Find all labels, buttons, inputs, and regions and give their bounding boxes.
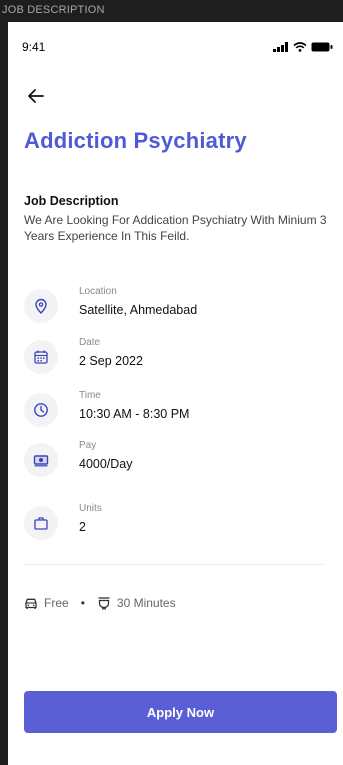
job-meta: Free • 30 Minutes [24,594,176,612]
detail-label: Location [79,286,117,297]
car-icon [25,598,37,609]
job-description-text: We Are Looking For Addication Psychiatry… [24,213,327,243]
meta-separator: • [80,596,85,610]
signal-icon [273,42,288,52]
food-icon [98,597,110,610]
clock-icon [34,403,48,417]
apply-now-button[interactable]: Apply Now [24,691,337,733]
detail-value: 2 [79,520,86,534]
detail-date: Date 2 Sep 2022 [24,337,324,381]
detail-location: Location Satellite, Ahmedabad [24,286,324,330]
detail-value: 10:30 AM - 8:30 PM [79,407,190,421]
money-icon [33,455,49,467]
detail-pay: Pay 4000/Day [24,440,324,484]
status-bar: 9:41 [22,39,333,55]
divider [24,564,324,565]
detail-label: Date [79,337,101,348]
detail-time: Time 10:30 AM - 8:30 PM [24,390,324,434]
transport-label: Free [44,596,69,610]
job-description-heading: Job Description [24,194,119,208]
status-time: 9:41 [22,40,46,54]
detail-label: Pay [79,440,97,451]
detail-value: 4000/Day [79,457,133,471]
back-button[interactable] [24,84,48,108]
frame-label: JOB DESCRIPTION [2,4,105,16]
page-title: Addiction Psychiatry [24,128,247,153]
briefcase-icon [34,517,48,530]
back-arrow-icon [28,89,44,103]
wifi-icon [293,42,307,52]
battery-icon [311,42,333,52]
break-duration: 30 Minutes [116,596,176,610]
detail-label: Units [79,503,102,514]
calendar-icon [34,350,48,364]
detail-units: Units 2 [24,503,324,547]
detail-label: Time [79,390,101,401]
location-pin-icon [35,298,47,314]
phone-screen: 9:41 Addiction Psychiatry Job Descriptio… [8,22,343,765]
detail-value: Satellite, Ahmedabad [79,303,198,317]
detail-value: 2 Sep 2022 [79,354,143,368]
